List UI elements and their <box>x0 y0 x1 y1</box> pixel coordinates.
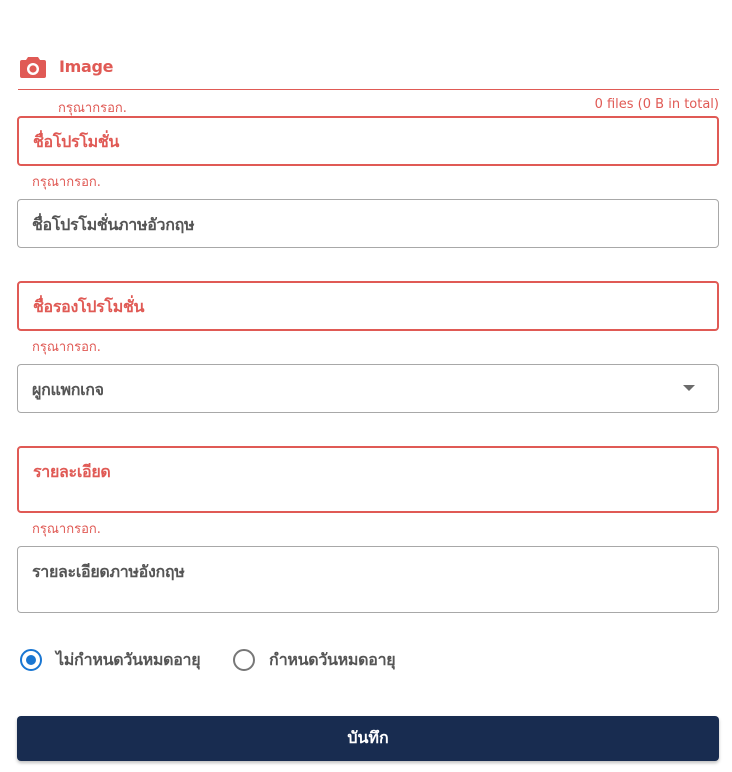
package-select[interactable]: ผูกแพกเกจ <box>17 364 719 413</box>
radio-set-expiry[interactable]: กำหนดวันหมดอายุ <box>233 645 396 675</box>
description-en-label: รายละเอียดภาษอังกฤษ <box>32 562 185 581</box>
description-en-field[interactable]: รายละเอียดภาษอังกฤษ <box>17 546 719 613</box>
radio-no-expiry[interactable]: ไม่กำหนดวันหมดอายุ <box>20 645 201 675</box>
promo-name-en-field[interactable]: ชื่อโปรโมชั่นภาษอัวกฤษ <box>17 199 719 248</box>
package-select-label: ผูกแพกเกจ <box>32 380 104 399</box>
description-helper-text: กรุณากรอก. <box>32 522 101 537</box>
expiry-radio-group: ไม่กำหนดวันหมดอายุ กำหนดวันหมดอายุ <box>18 645 718 675</box>
radio-no-expiry-label: ไม่กำหนดวันหมดอายุ <box>56 649 201 669</box>
description-label: รายละเอียด <box>33 462 111 481</box>
promo-name-helper-text: กรุณากรอก. <box>32 175 101 190</box>
promo-name-label: ชื่อโปรโมชั่น <box>33 132 120 151</box>
promo-subname-field[interactable]: ชื่อรองโปรโมชั่น <box>17 281 719 331</box>
save-button[interactable]: บันทึก <box>17 716 719 761</box>
camera-icon <box>20 57 46 78</box>
promo-name-field[interactable]: ชื่อโปรโมชั่น <box>17 116 719 166</box>
description-field[interactable]: รายละเอียด <box>17 446 719 513</box>
image-upload-field[interactable]: Image <box>18 52 719 90</box>
file-count: 0 files (0 B in total) <box>594 97 719 112</box>
promo-subname-helper-text: กรุณากรอก. <box>32 340 101 355</box>
radio-selected-icon[interactable] <box>20 649 42 671</box>
caret-down-icon[interactable] <box>683 385 695 391</box>
radio-set-expiry-label: กำหนดวันหมดอายุ <box>269 649 396 669</box>
image-helper-text: กรุณากรอก. <box>58 101 127 116</box>
radio-unselected-icon[interactable] <box>233 649 255 671</box>
promo-subname-label: ชื่อรองโปรโมชั่น <box>33 297 145 316</box>
image-upload-label: Image <box>59 57 114 76</box>
promo-name-en-label: ชื่อโปรโมชั่นภาษอัวกฤษ <box>32 215 195 234</box>
